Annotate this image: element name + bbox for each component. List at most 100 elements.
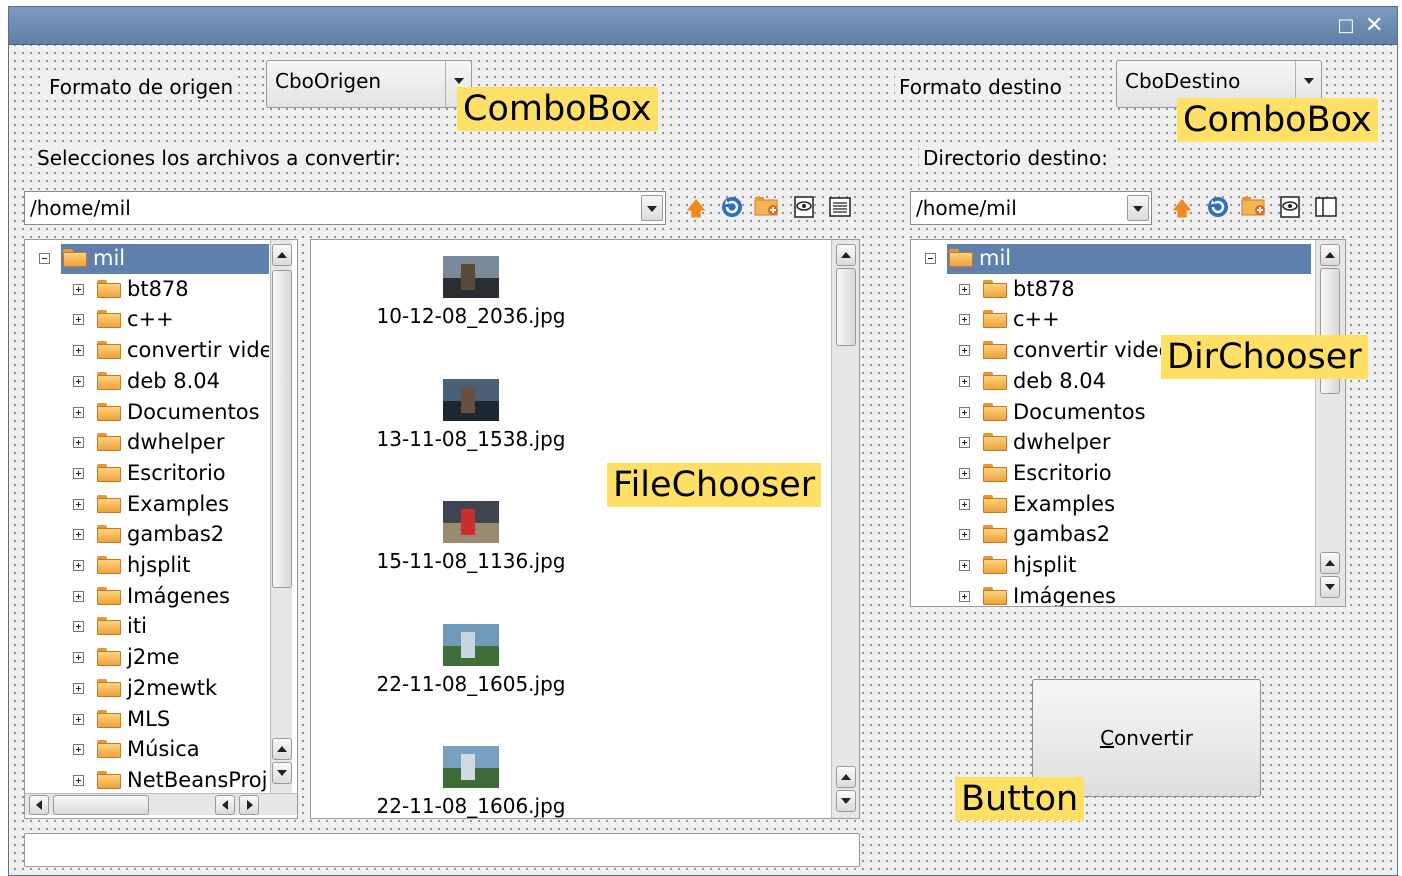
expand-icon[interactable]	[959, 560, 970, 571]
detail-view-icon[interactable]	[827, 195, 853, 221]
preview-icon[interactable]	[791, 195, 817, 221]
expand-icon[interactable]	[73, 621, 84, 633]
scroll-thumb[interactable]	[836, 268, 856, 346]
expand-icon[interactable]	[959, 467, 970, 479]
chevron-down-icon[interactable]	[641, 195, 663, 221]
scroll-down-icon[interactable]	[1320, 576, 1340, 598]
scroll-down-icon[interactable]	[836, 790, 856, 812]
expand-icon[interactable]	[73, 314, 84, 326]
tree-item[interactable]: deb 8.04	[25, 367, 269, 397]
expand-icon[interactable]	[73, 498, 84, 510]
square-icon[interactable]: □	[1337, 17, 1355, 35]
refresh-icon[interactable]	[1205, 195, 1231, 221]
expand-icon[interactable]	[73, 345, 84, 357]
expand-icon[interactable]	[73, 744, 84, 756]
expand-icon[interactable]	[73, 774, 84, 786]
expand-icon[interactable]	[959, 314, 970, 326]
source-format-combobox[interactable]: CboOrigen	[266, 60, 472, 108]
expand-icon[interactable]	[73, 713, 84, 725]
collapse-icon[interactable]	[925, 253, 936, 264]
scroll-up-icon[interactable]	[272, 244, 292, 266]
expand-icon[interactable]	[73, 529, 84, 541]
tree-item[interactable]: dwhelper	[911, 428, 1313, 458]
expand-icon[interactable]	[73, 652, 84, 664]
tree-item[interactable]: hjsplit	[911, 551, 1313, 581]
up-arrow-icon[interactable]: 🡅	[1169, 195, 1195, 221]
source-tree-hscroll[interactable]	[25, 793, 297, 815]
tree-root-row[interactable]: mil	[25, 244, 269, 274]
preview-icon[interactable]	[1277, 195, 1303, 221]
scroll-left-icon[interactable]	[215, 795, 235, 815]
expand-icon[interactable]	[73, 682, 84, 694]
status-text-field[interactable]	[24, 833, 860, 867]
tree-item[interactable]: Documentos	[25, 398, 269, 428]
tree-item[interactable]: Escritorio	[911, 459, 1313, 489]
file-item[interactable]: 13-11-08_1538.jpg	[311, 378, 631, 459]
source-dir-tree[interactable]: mil bt878 c++ convertir vide deb 8.04 Docume…	[24, 239, 298, 819]
source-tree-vscroll[interactable]	[270, 240, 292, 793]
tree-item[interactable]: convertir vide	[25, 336, 269, 366]
tree-item[interactable]: gambas2	[25, 520, 269, 550]
expand-icon[interactable]	[73, 375, 84, 387]
expand-icon[interactable]	[959, 529, 970, 541]
tree-item[interactable]: bt878	[25, 275, 269, 305]
expand-icon[interactable]	[959, 498, 970, 510]
expand-icon[interactable]	[959, 345, 970, 357]
tree-item[interactable]: Examples	[911, 490, 1313, 520]
collapse-icon[interactable]	[39, 253, 50, 264]
up-arrow-icon[interactable]: 🡅	[683, 195, 709, 221]
tree-item[interactable]: c++	[25, 305, 269, 335]
expand-icon[interactable]	[73, 560, 84, 571]
expand-icon[interactable]	[959, 375, 970, 387]
tree-item[interactable]: bt878	[911, 275, 1313, 305]
scroll-up-icon[interactable]	[1320, 552, 1340, 574]
new-folder-icon[interactable]	[754, 195, 780, 221]
dest-tree-root-row[interactable]: mil	[911, 244, 1317, 274]
tree-item[interactable]: j2mewtk	[25, 674, 269, 704]
source-path-combobox[interactable]: /home/mil	[24, 191, 666, 225]
expand-icon[interactable]	[73, 437, 84, 449]
scroll-thumb[interactable]	[272, 270, 292, 588]
file-item[interactable]: 22-11-08_1605.jpg	[311, 623, 631, 704]
split-view-icon[interactable]	[1313, 195, 1339, 221]
scroll-up-icon[interactable]	[836, 244, 856, 266]
dest-tree-vscroll[interactable]	[1315, 240, 1345, 606]
scroll-right-icon[interactable]	[239, 795, 259, 815]
tree-item[interactable]: Escritorio	[25, 459, 269, 489]
tree-item[interactable]: Examples	[25, 490, 269, 520]
tree-item[interactable]: NetBeansProj	[25, 766, 269, 796]
tree-item[interactable]: dwhelper	[25, 428, 269, 458]
tree-item[interactable]: Imágenes	[911, 582, 1313, 606]
expand-icon[interactable]	[959, 283, 970, 295]
tree-item[interactable]: hjsplit	[25, 551, 269, 581]
dest-dir-tree[interactable]: mil bt878 c++ convertir video deb 8.04 Docum…	[910, 239, 1346, 607]
tree-item[interactable]: j2me	[25, 643, 269, 673]
scroll-left-icon[interactable]	[29, 795, 49, 815]
file-item[interactable]: 10-12-08_2036.jpg	[311, 256, 631, 336]
file-item[interactable]: 15-11-08_1136.jpg	[311, 501, 631, 581]
expand-icon[interactable]	[73, 283, 84, 295]
expand-icon[interactable]	[73, 590, 84, 602]
scroll-down-icon[interactable]	[272, 762, 292, 784]
tree-item[interactable]: Documentos	[911, 398, 1313, 428]
dest-path-combobox[interactable]: /home/mil	[910, 191, 1152, 225]
file-list-vscroll[interactable]	[831, 240, 859, 818]
file-item[interactable]: 22-11-08_1606.jpg	[311, 746, 631, 818]
tree-item[interactable]: gambas2	[911, 520, 1313, 550]
refresh-icon[interactable]	[719, 195, 745, 221]
tree-item[interactable]: Música	[25, 735, 269, 765]
tree-item[interactable]: iti	[25, 612, 269, 642]
expand-icon[interactable]	[959, 406, 970, 418]
chevron-down-icon[interactable]	[1127, 195, 1149, 221]
expand-icon[interactable]	[73, 467, 84, 479]
tree-item[interactable]: Imágenes	[25, 582, 269, 612]
expand-icon[interactable]	[959, 590, 970, 602]
expand-icon[interactable]	[73, 406, 84, 418]
new-folder-icon[interactable]	[1241, 195, 1267, 221]
file-chooser-list[interactable]: 10-12-08_2036.jpg 13-11-08_1538.jpg 15-11-…	[310, 239, 860, 819]
scroll-up-icon[interactable]	[272, 738, 292, 760]
hscroll-thumb[interactable]	[53, 795, 149, 815]
tree-item[interactable]: c++	[911, 305, 1313, 335]
x-icon[interactable]: ✕	[1365, 15, 1383, 37]
scroll-up-icon[interactable]	[836, 766, 856, 788]
